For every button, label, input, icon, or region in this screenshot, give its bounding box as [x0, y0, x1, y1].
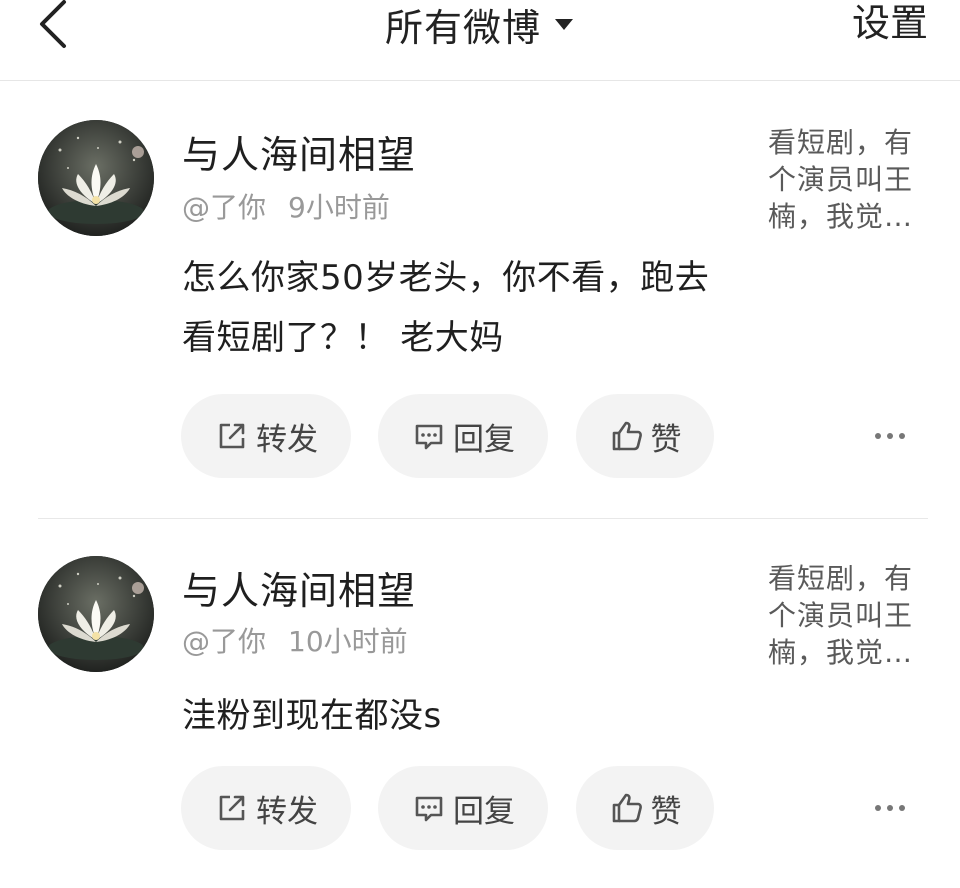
- post-content[interactable]: 怎么你家50岁老头，你不看，跑去看短剧了？！ 老大妈: [182, 248, 742, 368]
- avatar[interactable]: [38, 556, 154, 672]
- author-handle[interactable]: @了你: [182, 625, 266, 658]
- divider: [38, 518, 928, 519]
- reply-button[interactable]: 回复: [378, 766, 548, 850]
- post-meta: @了你 9小时前: [182, 186, 390, 226]
- post-meta: @了你 10小时前: [182, 620, 408, 660]
- author-name[interactable]: 与人海间相望: [182, 560, 416, 615]
- repost-label: 转发: [256, 421, 318, 458]
- like-button[interactable]: 赞: [576, 394, 714, 478]
- comment-icon: [415, 796, 443, 822]
- lotus-avatar-image: [38, 556, 154, 672]
- reply-button[interactable]: 回复: [378, 394, 548, 478]
- like-label: 赞: [650, 793, 682, 830]
- repost-button[interactable]: 转发: [181, 766, 351, 850]
- post-card[interactable]: 与人海间相望 @了你 9小时前 怎么你家50岁老头，你不看，跑去看短剧了？！ 老大…: [0, 0, 960, 520]
- thumbs-up-icon: [612, 421, 642, 451]
- quoted-post-preview[interactable]: 看短剧，有个演员叫王楠，我觉…: [768, 124, 932, 235]
- comment-icon: [415, 424, 443, 450]
- avatar[interactable]: [38, 120, 154, 236]
- post-content[interactable]: 洼粉到现在都没s: [182, 686, 742, 746]
- repost-button[interactable]: 转发: [181, 394, 351, 478]
- share-icon: [219, 423, 245, 449]
- post-time: 10小时前: [288, 625, 408, 658]
- repost-label: 转发: [256, 793, 318, 830]
- lotus-avatar-image: [38, 120, 154, 236]
- author-handle[interactable]: @了你: [182, 191, 266, 224]
- author-name[interactable]: 与人海间相望: [182, 124, 416, 179]
- like-button[interactable]: 赞: [576, 766, 714, 850]
- reply-label: 回复: [453, 793, 515, 830]
- quoted-post-preview[interactable]: 看短剧，有个演员叫王楠，我觉…: [768, 560, 932, 671]
- post-time: 9小时前: [288, 191, 390, 224]
- thumbs-up-icon: [612, 793, 642, 823]
- like-label: 赞: [650, 421, 682, 458]
- share-icon: [219, 795, 245, 821]
- more-options-icon[interactable]: [872, 790, 908, 826]
- more-options-icon[interactable]: [872, 418, 908, 454]
- reply-label: 回复: [453, 421, 515, 458]
